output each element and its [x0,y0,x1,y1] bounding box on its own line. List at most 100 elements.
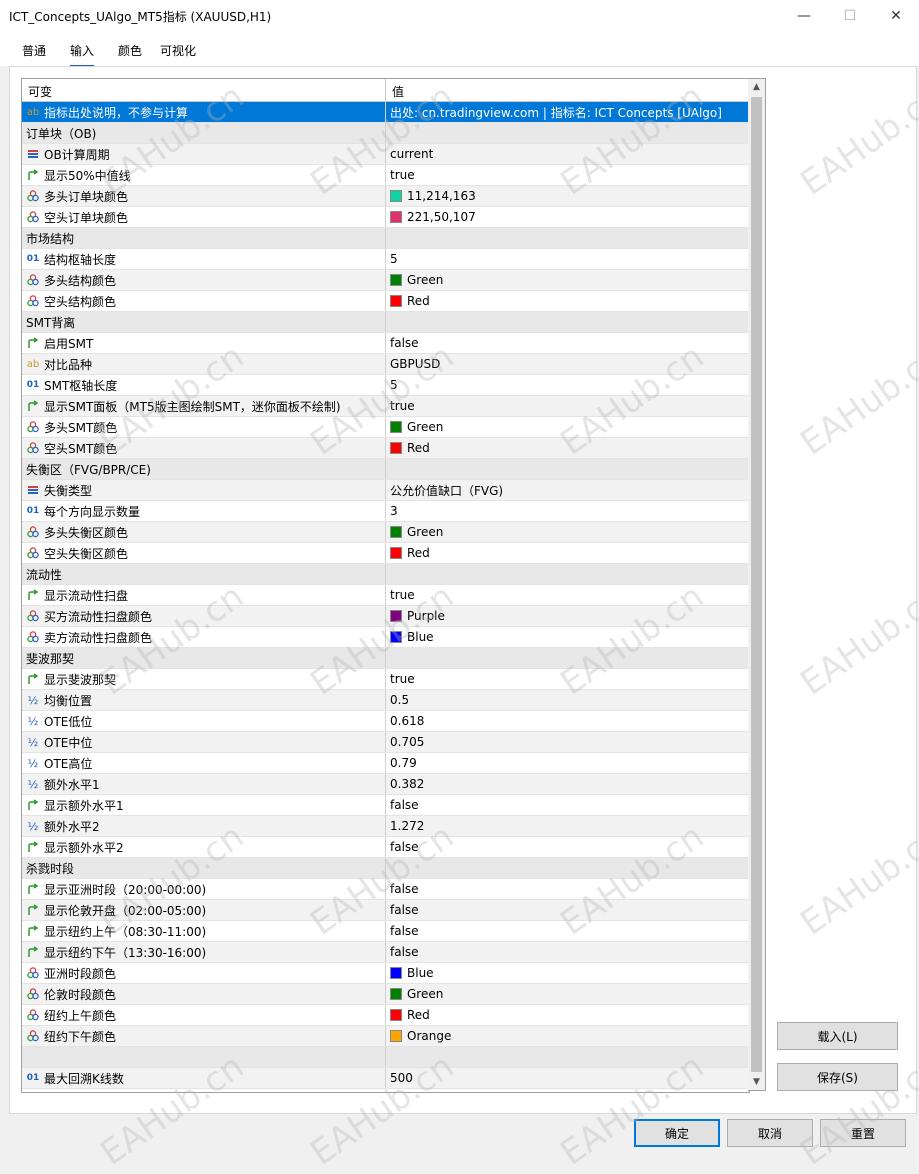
param-row[interactable]: 买方流动性扫盘颜色 Purple [22,606,749,627]
param-row[interactable]: ½ OTE低位 0.618 [22,711,749,732]
param-row[interactable]: 01 SMT枢轴长度 5 [22,375,749,396]
param-row[interactable]: 伦敦时段颜色 Green [22,984,749,1005]
param-value-cell[interactable]: false [386,837,749,857]
param-row[interactable]: 显示亚洲时段（20:00-00:00) false [22,879,749,900]
tab-colors[interactable]: 颜色 [118,42,142,59]
param-row[interactable]: ½ 均衡位置 0.5 [22,690,749,711]
category-row[interactable]: 杀戮时段 [22,858,749,879]
param-value-cell[interactable]: 出处: cn.tradingview.com | 指标名: ICT Concep… [386,102,749,122]
param-row[interactable]: 多头结构颜色 Green [22,270,749,291]
param-row[interactable]: 显示纽约上午（08:30-11:00) false [22,921,749,942]
maximize-button[interactable]: ☐ [827,0,873,31]
param-value-cell[interactable]: 公允价值缺口（FVG) [386,480,749,500]
param-row[interactable]: 显示纽约下午（13:30-16:00) false [22,942,749,963]
param-value-cell[interactable]: 0.5 [386,690,749,710]
param-row[interactable]: 纽约上午颜色 Red [22,1005,749,1026]
param-value-cell[interactable]: 11,214,163 [386,186,749,206]
param-value-cell[interactable]: false [386,942,749,962]
cancel-button[interactable]: 取消 [727,1119,813,1147]
param-value-cell[interactable]: Blue [386,963,749,983]
param-row[interactable]: 显示SMT面板（MT5版主图绘制SMT，迷你面板不绘制) true [22,396,749,417]
param-row[interactable]: 空头SMT颜色 Red [22,438,749,459]
param-row[interactable]: OB计算周期 current [22,144,749,165]
param-value-cell[interactable]: Green [386,984,749,1004]
param-value-cell[interactable]: Blue [386,627,749,647]
tab-general[interactable]: 普通 [22,42,46,59]
load-button[interactable]: 载入(L) [777,1022,898,1050]
scrollbar-thumb[interactable] [751,97,762,1072]
param-row[interactable]: 多头订单块颜色 11,214,163 [22,186,749,207]
param-row[interactable]: 多头失衡区颜色 Green [22,522,749,543]
param-value-cell[interactable]: false [386,795,749,815]
param-value-cell[interactable]: 0.382 [386,774,749,794]
param-row[interactable]: 显示斐波那契 true [22,669,749,690]
param-value-cell[interactable]: 1.272 [386,816,749,836]
param-row[interactable]: 失衡类型 公允价值缺口（FVG) [22,480,749,501]
category-row[interactable]: 失衡区（FVG/BPR/CE) [22,459,749,480]
param-value-cell[interactable]: Green [386,417,749,437]
param-value-cell[interactable]: Red [386,1005,749,1025]
reset-button[interactable]: 重置 [820,1119,906,1147]
scroll-up-icon[interactable]: ▲ [748,79,765,95]
param-value-cell[interactable]: 0.618 [386,711,749,731]
param-value-cell[interactable]: Green [386,522,749,542]
category-row[interactable]: SMT背离 [22,312,749,333]
param-row[interactable]: 显示额外水平2 false [22,837,749,858]
param-row[interactable]: ½ 额外水平1 0.382 [22,774,749,795]
param-value-cell[interactable]: false [386,921,749,941]
param-row[interactable]: 显示50%中值线 true [22,165,749,186]
param-value-cell[interactable]: true [386,669,749,689]
param-value-cell[interactable]: false [386,879,749,899]
grid-scrollbar[interactable]: ▲ ▼ [748,78,766,1091]
param-value-cell[interactable]: Red [386,543,749,563]
scroll-down-icon[interactable]: ▼ [748,1074,765,1090]
param-value-cell[interactable]: 221,50,107 [386,207,749,227]
param-value-cell[interactable]: true [386,585,749,605]
param-row[interactable]: 多头SMT颜色 Green [22,417,749,438]
param-value-cell[interactable]: 0.79 [386,753,749,773]
param-value-cell[interactable]: 3 [386,501,749,521]
param-value-cell[interactable]: Red [386,291,749,311]
param-row[interactable]: ½ 额外水平2 1.272 [22,816,749,837]
column-header-value[interactable]: 值 [386,79,410,101]
param-value-cell[interactable]: true [386,165,749,185]
param-value-cell[interactable]: 500 [386,1068,749,1088]
param-row[interactable]: 纽约下午颜色 Orange [22,1026,749,1047]
param-value-cell[interactable]: false [386,333,749,353]
category-row[interactable]: 流动性 [22,564,749,585]
param-value-cell[interactable]: Orange [386,1026,749,1046]
param-value-cell[interactable]: false [386,900,749,920]
param-value-cell[interactable]: true [386,396,749,416]
category-row[interactable] [22,1047,749,1068]
param-value-cell[interactable]: Purple [386,606,749,626]
category-row[interactable]: 斐波那契 [22,648,749,669]
param-row[interactable]: 01 结构枢轴长度 5 [22,249,749,270]
ok-button[interactable]: 确定 [634,1119,720,1147]
param-row[interactable]: 启用SMT false [22,333,749,354]
param-value-cell[interactable]: Red [386,438,749,458]
param-value-cell[interactable]: current [386,144,749,164]
param-row[interactable]: 空头结构颜色 Red [22,291,749,312]
param-row[interactable]: 01 每个方向显示数量 3 [22,501,749,522]
param-row[interactable]: 亚洲时段颜色 Blue [22,963,749,984]
tab-inputs[interactable]: 输入 [70,42,95,67]
param-row[interactable]: 空头订单块颜色 221,50,107 [22,207,749,228]
param-value-cell[interactable]: 0.705 [386,732,749,752]
param-row[interactable]: 显示伦敦开盘（02:00-05:00) false [22,900,749,921]
param-row[interactable]: 空头失衡区颜色 Red [22,543,749,564]
param-row[interactable]: ab 指标出处说明，不参与计算 出处: cn.tradingview.com | 指… [22,102,749,123]
param-value-cell[interactable]: Green [386,270,749,290]
param-row[interactable]: ½ OTE高位 0.79 [22,753,749,774]
param-row[interactable]: ab 对比品种 GBPUSD [22,354,749,375]
tab-visualization[interactable]: 可视化 [160,42,196,59]
param-value-cell[interactable]: GBPUSD [386,354,749,374]
param-value-cell[interactable]: 5 [386,375,749,395]
param-row[interactable]: 卖方流动性扫盘颜色 Blue [22,627,749,648]
category-row[interactable]: 市场结构 [22,228,749,249]
param-row[interactable]: ½ OTE中位 0.705 [22,732,749,753]
param-row[interactable]: 显示额外水平1 false [22,795,749,816]
category-row[interactable]: 订单块（OB) [22,123,749,144]
param-value-cell[interactable]: 5 [386,249,749,269]
save-button[interactable]: 保存(S) [777,1063,898,1091]
param-row[interactable]: 01 最大回溯K线数 500 [22,1068,749,1089]
